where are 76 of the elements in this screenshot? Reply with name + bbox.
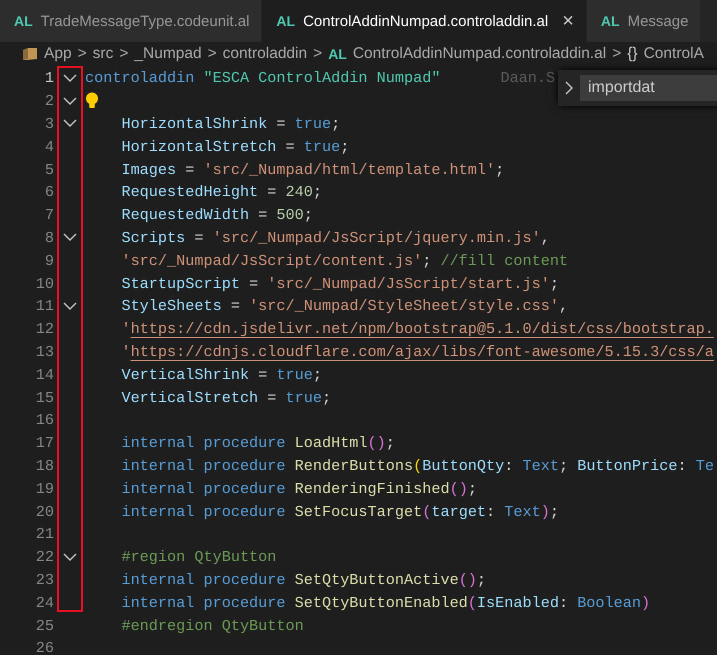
- editor-tab[interactable]: AL Message: [586, 0, 702, 42]
- code-line: VerticalStretch = true;: [120, 388, 332, 407]
- code-line: internal procedure RenderingFinished();: [120, 480, 477, 498]
- line-number: 1: [44, 69, 54, 88]
- find-input[interactable]: importdat: [580, 75, 717, 101]
- line-number: 5: [44, 160, 54, 179]
- line-number: 14: [34, 366, 54, 384]
- code-line: HorizontalStretch = true;: [120, 138, 350, 156]
- code-line: RequestedHeight = 240;: [120, 183, 322, 202]
- chevron-down-icon[interactable]: [62, 119, 76, 128]
- editor-tab[interactable]: AL TradeMessageType.codeunit.al: [0, 0, 262, 42]
- breadcrumb-item[interactable]: ControlAddinNumpad.controladdin.al: [352, 45, 606, 63]
- chevron-down-icon[interactable]: [62, 302, 76, 311]
- line-number: 16: [34, 411, 54, 430]
- line-number: 10: [34, 274, 54, 293]
- line-number: 22: [34, 548, 54, 566]
- code-line: controladdin "ESCA ControlAddin Numpad": [85, 69, 440, 88]
- braces-icon: {}: [627, 45, 638, 63]
- line-number: 13: [34, 342, 54, 361]
- breadcrumb-item[interactable]: controladdin: [222, 45, 308, 63]
- line-number: 18: [34, 456, 54, 475]
- line-number: 20: [34, 502, 54, 521]
- code-line: internal procedure SetQtyButtonEnabled(IsEnabled: Boolean): [120, 594, 650, 612]
- code-line: internal procedure RenderButtons(ButtonQty: Text; ButtonPrice: Te: [120, 456, 714, 475]
- breadcrumb-separator: >: [119, 45, 128, 63]
- code-line: VerticalShrink = true;: [120, 366, 322, 384]
- line-number: 11: [34, 297, 54, 316]
- code-line: 'src/_Numpad/JsScript/content.js'; //fill content: [120, 252, 568, 270]
- line-number: 24: [34, 594, 54, 612]
- code-line: internal procedure SetFocusTarget(target: Text);: [120, 502, 559, 521]
- code-line: Images = 'src/_Numpad/html/template.html';: [120, 160, 504, 179]
- chevron-down-icon[interactable]: [62, 552, 76, 562]
- close-icon[interactable]: ×: [562, 10, 574, 32]
- code-line: HorizontalShrink = true;: [120, 114, 340, 133]
- editor-tab[interactable]: AL ControlAddinNumpad.controladdin.al ×: [262, 0, 587, 42]
- line-number: 21: [34, 525, 54, 544]
- breadcrumb-item[interactable]: App: [44, 45, 72, 63]
- breadcrumb-item[interactable]: ControlA: [644, 45, 704, 63]
- code-line: Scripts = 'src/_Numpad/JsScript/jquery.min.js',: [120, 228, 550, 247]
- al-file-icon: AL: [328, 46, 347, 62]
- line-number: 23: [34, 570, 54, 589]
- line-number: 19: [34, 480, 54, 498]
- breadcrumb-item[interactable]: _Numpad: [134, 45, 202, 63]
- chevron-down-icon[interactable]: [62, 74, 76, 83]
- code-line: #endregion QtyButton: [120, 616, 304, 635]
- line-number: 2: [44, 92, 54, 110]
- code-line: 'https://cdnjs.cloudflare.com/ajax/libs/font-awesome/5.15.3/css/a: [120, 342, 714, 361]
- code-line: internal procedure SetQtyButtonActive();: [120, 570, 486, 589]
- blame-annotation: Daan.S: [500, 69, 556, 88]
- code-line: 'https://cdn.jsdelivr.net/npm/bootstrap@5.1.0/dist/css/bootstrap.: [120, 320, 714, 338]
- breadcrumb-item[interactable]: src: [92, 45, 114, 63]
- lightbulb-icon[interactable]: [85, 92, 99, 110]
- line-number: 12: [34, 320, 54, 338]
- line-number: 3: [44, 114, 54, 133]
- chevron-right-icon[interactable]: [564, 81, 574, 95]
- line-number: 26: [34, 639, 54, 655]
- chevron-down-icon[interactable]: [62, 96, 76, 106]
- line-number: 4: [44, 138, 54, 156]
- line-number: 9: [44, 252, 54, 270]
- folder-icon: [22, 47, 38, 61]
- breadcrumb-separator: >: [78, 45, 87, 63]
- breadcrumb-separator: >: [208, 45, 217, 63]
- code-line: StyleSheets = 'src/_Numpad/StyleSheet/style.css',: [120, 297, 568, 316]
- line-number: 6: [44, 183, 54, 202]
- code-line: internal procedure LoadHtml();: [120, 434, 395, 452]
- code-line: StartupScript = 'src/_Numpad/JsScript/start.js';: [120, 274, 559, 293]
- breadcrumb-separator: >: [612, 45, 622, 63]
- breadcrumb-separator: >: [313, 45, 322, 63]
- line-number: 15: [34, 388, 54, 407]
- code-line: #region QtyButton: [120, 548, 276, 566]
- code-line: RequestedWidth = 500;: [120, 206, 313, 224]
- line-number: 25: [34, 616, 54, 635]
- chevron-down-icon[interactable]: [62, 233, 76, 242]
- line-number: 8: [44, 228, 54, 247]
- line-number: 17: [34, 434, 54, 452]
- line-number: 7: [44, 206, 54, 224]
